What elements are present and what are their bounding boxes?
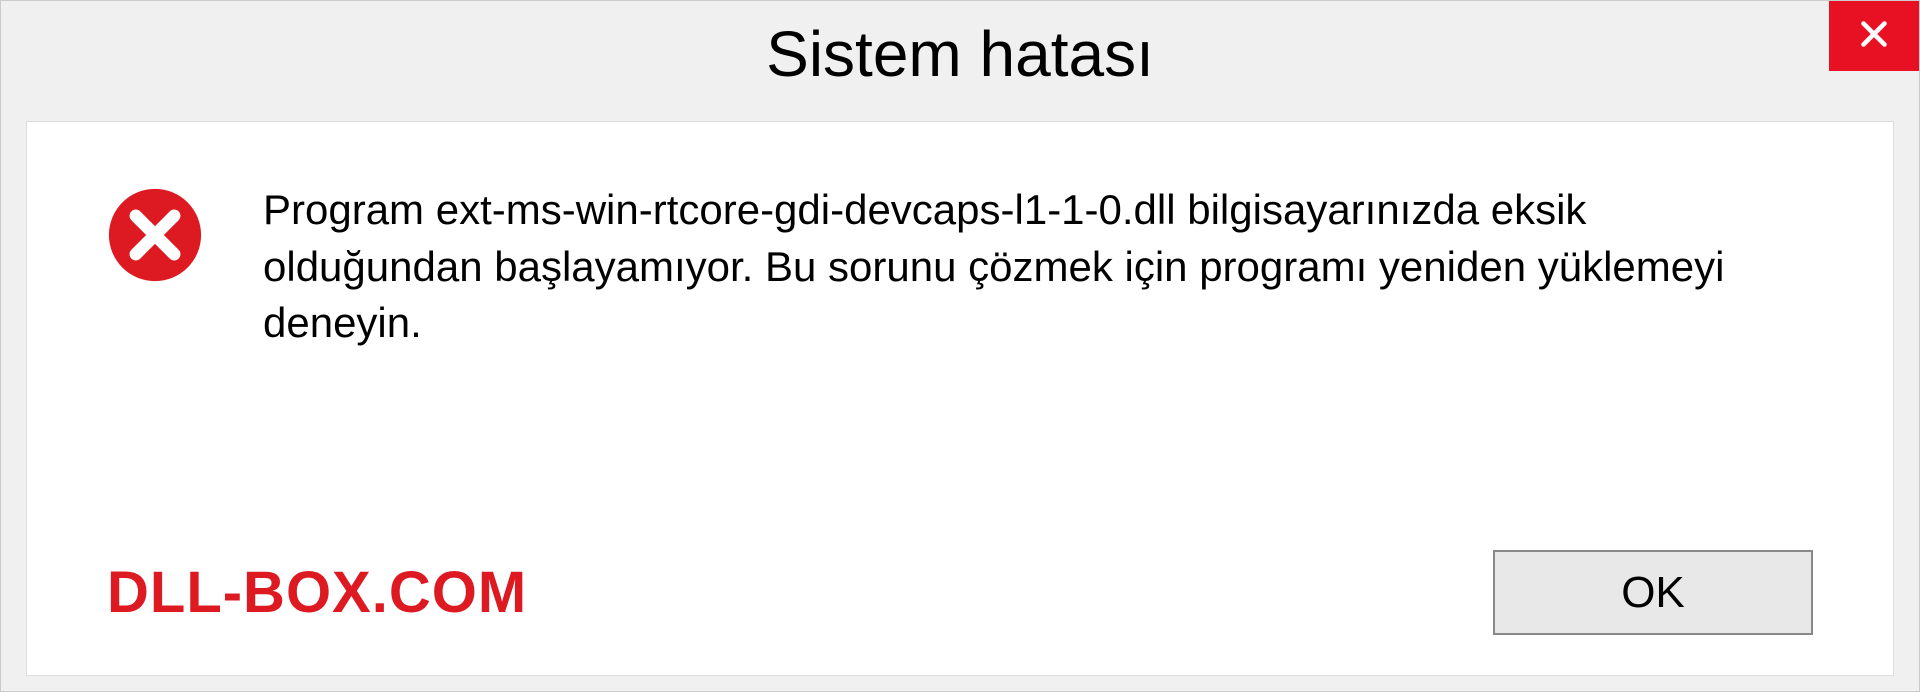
ok-button[interactable]: OK	[1493, 550, 1813, 635]
error-icon	[107, 187, 203, 283]
message-row: Program ext-ms-win-rtcore-gdi-devcaps-l1…	[107, 182, 1813, 510]
footer-row: DLL-BOX.COM OK	[107, 550, 1813, 635]
close-button[interactable]	[1829, 1, 1919, 71]
error-dialog: Sistem hatası Program ext-ms-win-rtcore-…	[0, 0, 1920, 692]
content-area: Program ext-ms-win-rtcore-gdi-devcaps-l1…	[26, 121, 1894, 676]
error-message: Program ext-ms-win-rtcore-gdi-devcaps-l1…	[263, 182, 1813, 352]
close-icon	[1856, 16, 1892, 57]
watermark-text: DLL-BOX.COM	[107, 559, 527, 626]
title-bar: Sistem hatası	[1, 1, 1919, 106]
dialog-title: Sistem hatası	[676, 17, 1154, 91]
